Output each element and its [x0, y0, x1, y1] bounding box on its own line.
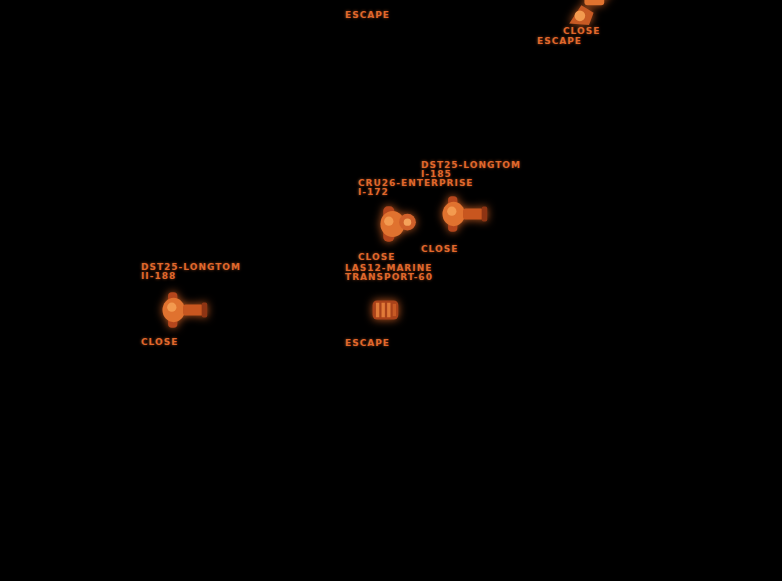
unit-order[interactable]: CLOSE [358, 253, 395, 262]
unit-id: I-172 [358, 188, 389, 197]
unit-marker[interactable]: CLOSE [563, 0, 643, 36]
unit-order[interactable]: ESCAPE [537, 37, 582, 46]
unit-order[interactable]: ESCAPE [345, 11, 390, 20]
ship-icon [549, 0, 629, 28]
unit-marker[interactable]: ESCAPE [537, 37, 582, 46]
unit-order[interactable]: CLOSE [563, 27, 600, 36]
unit-order[interactable]: ESCAPE [345, 339, 390, 348]
tactical-map: ESCAPECLOSEESCAPECRU26-ENTERPRISEI-172CL… [0, 0, 782, 581]
unit-marker[interactable]: LAS12-MARINETRANSPORT-60 ESCAPE [345, 264, 433, 348]
ship-icon [155, 285, 211, 335]
unit-id: II-188 [141, 272, 176, 281]
unit-name: CRU26-ENTERPRISE [358, 179, 474, 188]
unit-order[interactable]: CLOSE [141, 338, 178, 347]
ship-icon [369, 296, 403, 324]
unit-marker[interactable]: DST25-LONGTOMI-185 CLOSE [421, 161, 521, 254]
ship-icon [435, 189, 491, 239]
unit-name: DST25-LONGTOM [421, 161, 521, 170]
unit-name: LAS12-MARINE [345, 264, 432, 273]
unit-name: DST25-LONGTOM [141, 263, 241, 272]
unit-order[interactable]: CLOSE [421, 245, 458, 254]
unit-marker[interactable]: DST25-LONGTOMII-188 CLOSE [141, 263, 241, 347]
unit-id: TRANSPORT-60 [345, 273, 433, 282]
unit-marker[interactable]: ESCAPE [345, 11, 390, 20]
ship-icon [372, 199, 428, 249]
unit-id: I-185 [421, 170, 452, 179]
